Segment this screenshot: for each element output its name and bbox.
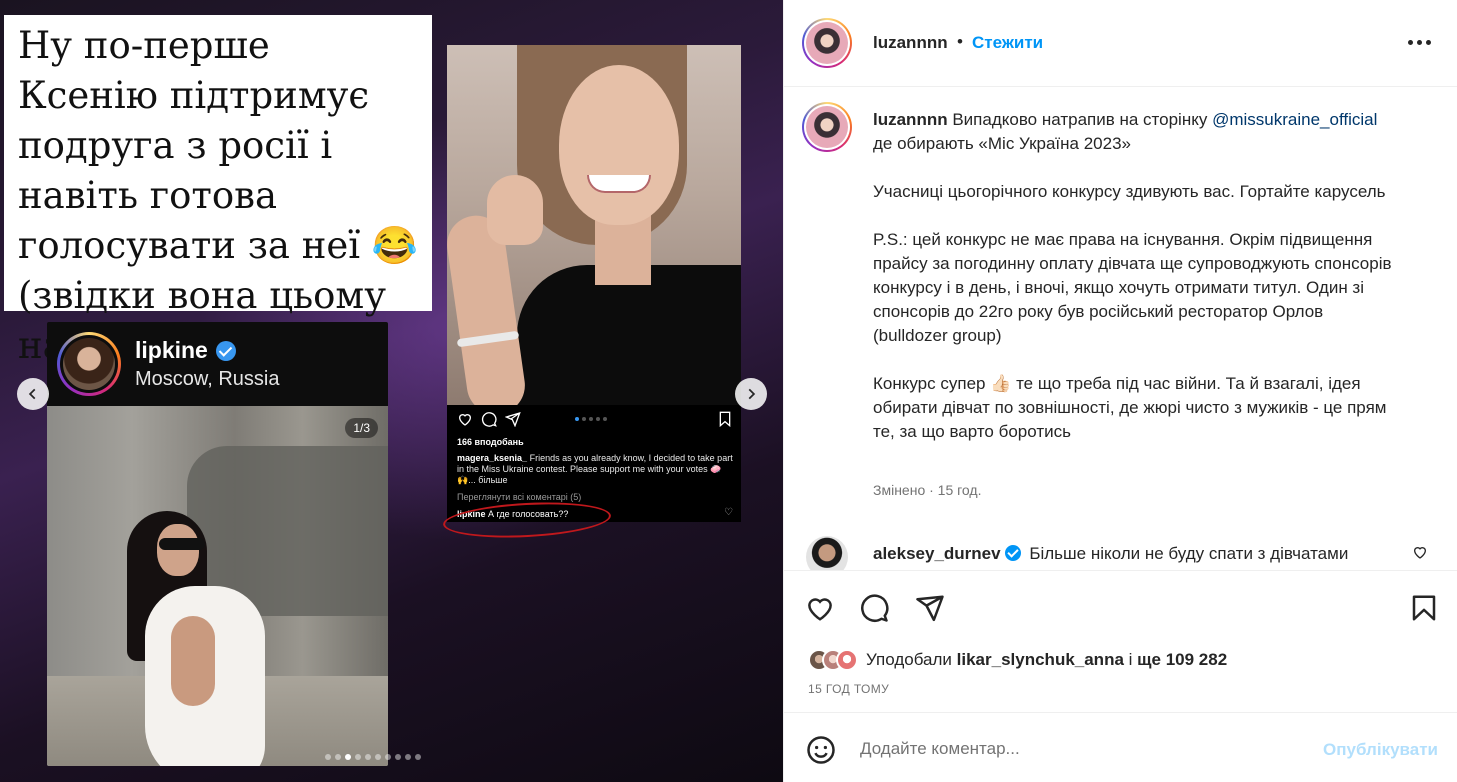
carousel-dot xyxy=(395,754,401,760)
comment-text: Більше ніколи не буду спати з дівчатами xyxy=(1029,544,1349,563)
caption-paragraph: Учасниці цьогорічного конкурсу здивують … xyxy=(873,182,1386,201)
post-media-carousel[interactable]: Ну по-перше Ксенію підтримує подруга з р… xyxy=(0,0,783,782)
meme-caption-box: Ну по-перше Ксенію підтримує подруга з р… xyxy=(4,15,432,367)
comments-scroll-area[interactable]: luzannnn Випадково натрапив на сторінку … xyxy=(784,88,1457,570)
caption-paragraph: Конкурс супер 👍🏻 те що треба під час вій… xyxy=(873,374,1387,441)
liked-by-user-link[interactable]: likar_slynchuk_anna xyxy=(957,650,1124,669)
carousel-dot xyxy=(335,754,341,760)
comment-username-link[interactable]: aleksey_durnev xyxy=(873,544,1001,563)
screenshot-caption: magera_ksenia_ Friends as you already kn… xyxy=(457,453,733,485)
follow-button[interactable]: Стежити xyxy=(972,33,1043,53)
comment-icon[interactable] xyxy=(859,593,889,623)
caption-text: luzannnn Випадково натрапив на сторінку … xyxy=(873,108,1393,444)
story-location: Moscow, Russia xyxy=(135,368,280,390)
post-details-panel: luzannnn • Стежити luzannnn Випадково на… xyxy=(783,0,1457,782)
carousel-dot xyxy=(405,754,411,760)
heart-icon: ♡ xyxy=(724,507,733,518)
more-options-icon[interactable] xyxy=(1408,32,1432,52)
ksenia-post-screenshot: 166 вподобань magera_ksenia_ Friends as … xyxy=(447,45,741,522)
carousel-dots xyxy=(325,754,421,760)
heart-icon xyxy=(458,414,472,426)
emoji-smiley-icon[interactable] xyxy=(806,735,836,765)
like-heart-icon[interactable] xyxy=(805,593,835,623)
story-photo xyxy=(47,406,388,766)
share-icon xyxy=(505,411,521,427)
meme-caption-text: Ну по-перше Ксенію підтримує подруга з р… xyxy=(18,24,418,367)
publish-comment-button[interactable]: Опублікувати xyxy=(1323,740,1438,760)
comment-item: aleksey_durnev Більше ніколи не буду спа… xyxy=(802,536,1442,570)
add-comment-bar: Опублікувати xyxy=(784,712,1457,782)
story-photo-counter: 1/3 xyxy=(345,418,378,438)
caption-paragraph: P.S.: цей конкурс не має права на існува… xyxy=(873,230,1392,345)
carousel-dot xyxy=(375,754,381,760)
caption-edited-time: Змінено · 15 год. xyxy=(873,482,982,498)
liked-by-row[interactable]: Уподобали likar_slynchuk_anna і ще 109 2… xyxy=(808,649,1227,671)
avatar xyxy=(836,649,858,671)
carousel-next-button[interactable] xyxy=(735,378,767,410)
comment-like-heart-icon[interactable] xyxy=(1412,544,1428,560)
carousel-prev-button[interactable] xyxy=(17,378,49,410)
bookmark-icon xyxy=(719,411,731,427)
screenshot-action-bar xyxy=(457,411,733,431)
carousel-dot xyxy=(415,754,421,760)
caption-username-link[interactable]: luzannnn xyxy=(873,110,948,129)
story-username: lipkine xyxy=(135,337,208,363)
carousel-dot xyxy=(345,754,351,760)
likes-count-link[interactable]: ще 109 282 xyxy=(1137,650,1227,669)
screenshot-view-all-comments: Переглянути всі коментарі (5) xyxy=(457,492,582,502)
separator-dot: • xyxy=(957,32,963,51)
carousel-dot xyxy=(355,754,361,760)
lipkine-story-screenshot: lipkine Moscow, Russia 1/3 xyxy=(47,322,388,766)
chevron-right-icon xyxy=(748,388,756,400)
avatar xyxy=(63,338,115,390)
post-header: luzannnn • Стежити xyxy=(784,0,1457,87)
screenshot-likes: 166 вподобань xyxy=(457,437,524,447)
share-paper-plane-icon[interactable] xyxy=(915,593,945,623)
post-actions: Уподобали likar_slynchuk_anna і ще 109 2… xyxy=(784,570,1457,712)
screenshot-carousel-dots xyxy=(575,417,607,421)
chevron-left-icon xyxy=(28,388,36,400)
story-avatar-ring xyxy=(57,332,121,396)
post-timestamp[interactable]: 15 ГОД ТОМУ xyxy=(808,682,889,696)
avatar[interactable] xyxy=(806,536,848,570)
verified-badge-icon xyxy=(1004,545,1021,561)
author-avatar[interactable] xyxy=(802,18,852,68)
instagram-post-dialog: Ну по-перше Ксенію підтримує подруга з р… xyxy=(0,0,1457,782)
ksenia-photo xyxy=(447,45,741,405)
caption-avatar[interactable] xyxy=(802,102,852,152)
comment-icon xyxy=(481,412,497,427)
comment-input[interactable] xyxy=(860,735,1300,763)
carousel-dot xyxy=(385,754,391,760)
save-bookmark-icon[interactable] xyxy=(1409,593,1439,623)
mention-link[interactable]: @missukraine_official xyxy=(1212,110,1377,129)
carousel-dot xyxy=(365,754,371,760)
author-username-link[interactable]: luzannnn xyxy=(873,33,948,53)
carousel-dot xyxy=(325,754,331,760)
verified-badge-icon xyxy=(215,340,236,361)
